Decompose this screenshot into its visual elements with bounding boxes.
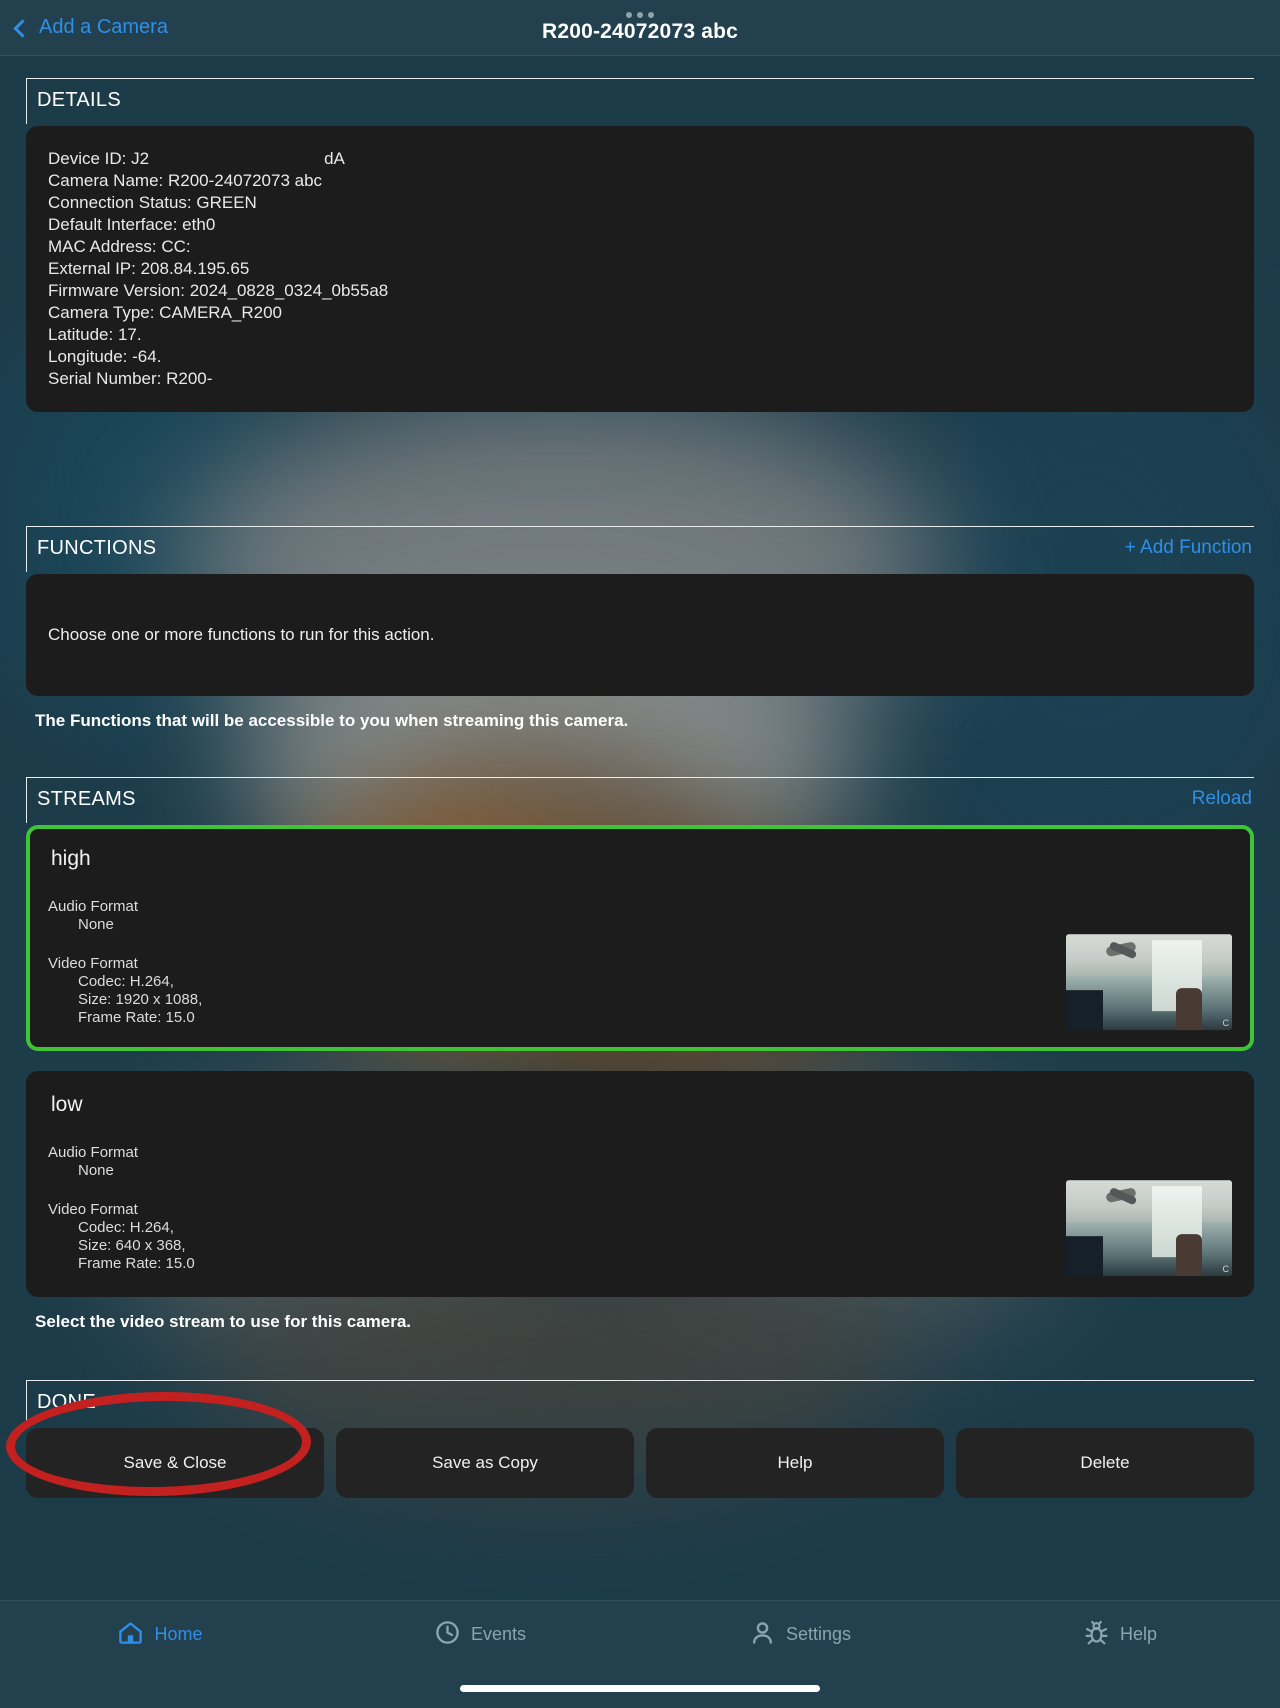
delete-button[interactable]: Delete [956, 1428, 1254, 1498]
more-dots-icon [626, 12, 654, 18]
stream-thumbnail[interactable]: C [1066, 934, 1232, 1031]
streams-section-header: STREAMS Reload [26, 777, 1254, 823]
detail-device-id: Device ID: J2 [48, 149, 150, 168]
tab-events-label: Events [470, 1624, 527, 1644]
detail-serial-number: Serial Number: R200- [48, 369, 213, 388]
page-content: DETAILS Device ID: J2 dA Camera Name: R2… [0, 78, 1280, 1498]
functions-placeholder-text: Choose one or more functions to run for … [48, 625, 435, 644]
bottom-tab-bar: Home Events Settings Help [0, 1600, 1280, 1708]
done-buttons-row: Save & Close Save as Copy Help Delete [26, 1428, 1254, 1498]
home-indicator [460, 1685, 820, 1692]
detail-connection-status: Connection Status: GREEN [48, 193, 257, 212]
details-row: Longitude: -64. [48, 346, 1232, 368]
person-icon [752, 1622, 772, 1644]
add-function-button[interactable]: + Add Function [1125, 537, 1254, 559]
stream-thumbnail[interactable]: C [1066, 1180, 1232, 1277]
detail-camera-name: Camera Name: R200-24072073 abc [48, 171, 323, 190]
nav-title-group: R200-24072073 abc [0, 0, 1280, 56]
reload-streams-button[interactable]: Reload [1192, 788, 1254, 810]
video-format-label: Video Format [48, 1201, 138, 1218]
camera-detail-screen: Add a Camera R200-24072073 abc DETAILS D… [0, 0, 1280, 1708]
help-button[interactable]: Help [646, 1428, 944, 1498]
details-row: External IP: 208.84.195.65 [48, 258, 1232, 280]
streams-section-title: STREAMS [37, 788, 136, 810]
tab-help-label: Help [1119, 1624, 1158, 1644]
details-row: Camera Name: R200-24072073 abc [48, 170, 1232, 192]
video-format-label: Video Format [48, 955, 138, 972]
stream-name: high [51, 847, 91, 870]
details-row: Latitude: 17. [48, 324, 1232, 346]
stream-thumbnail-caption: C [1222, 1264, 1230, 1275]
save-as-copy-button[interactable]: Save as Copy [336, 1428, 634, 1498]
details-row: Firmware Version: 2024_0828_0324_0b55a8 [48, 280, 1232, 302]
detail-external-ip: External IP: 208.84.195.65 [48, 259, 250, 278]
bug-icon [1085, 1620, 1108, 1645]
stream-thumbnail-caption: C [1222, 1018, 1230, 1029]
done-section-header: DONE [26, 1380, 1254, 1426]
clock-icon [436, 1621, 459, 1644]
home-icon [119, 1622, 143, 1644]
detail-firmware-version: Firmware Version: 2024_0828_0324_0b55a8 [48, 281, 389, 300]
details-panel: Device ID: J2 dA Camera Name: R200-24072… [26, 126, 1254, 412]
details-row: Default Interface: eth0 [48, 214, 1232, 236]
tab-settings-label: Settings [785, 1624, 852, 1644]
detail-longitude: Longitude: -64. [48, 347, 162, 366]
video-size-value: Size: 640 x 368, [78, 1237, 186, 1254]
back-button-label: Add a Camera [39, 16, 168, 38]
page-title: R200-24072073 abc [541, 20, 739, 43]
video-framerate-value: Frame Rate: 15.0 [78, 1255, 195, 1272]
tab-help[interactable]: Help [960, 1601, 1280, 1708]
stream-card-low[interactable]: low Audio Format None Video Format Codec… [26, 1071, 1254, 1297]
audio-format-label: Audio Format [48, 898, 139, 915]
details-row: Camera Type: CAMERA_R200 [48, 302, 1232, 324]
audio-format-label: Audio Format [48, 1144, 139, 1161]
details-section-header: DETAILS [26, 78, 1254, 124]
detail-camera-type: Camera Type: CAMERA_R200 [48, 303, 283, 322]
video-codec-value: Codec: H.264, [78, 1219, 174, 1236]
save-and-close-button[interactable]: Save & Close [26, 1428, 324, 1498]
functions-section-header: FUNCTIONS + Add Function [26, 526, 1254, 572]
video-framerate-value: Frame Rate: 15.0 [78, 1009, 195, 1026]
back-button[interactable]: Add a Camera [0, 16, 168, 39]
streams-helper-note: Select the video stream to use for this … [35, 1312, 412, 1331]
audio-format-value: None [78, 916, 114, 933]
details-row: Device ID: J2 dA [48, 148, 1232, 170]
details-section-title: DETAILS [37, 89, 121, 111]
video-size-value: Size: 1920 x 1088, [78, 991, 203, 1008]
top-navigation-bar: Add a Camera R200-24072073 abc [0, 0, 1280, 56]
stream-name: low [51, 1093, 83, 1116]
details-row: Serial Number: R200- [48, 368, 1232, 390]
details-row: MAC Address: CC: [48, 236, 1232, 258]
video-codec-value: Codec: H.264, [78, 973, 174, 990]
done-section-title: DONE [37, 1391, 96, 1413]
functions-panel[interactable]: Choose one or more functions to run for … [26, 574, 1254, 696]
stream-card-high[interactable]: high Audio Format None Video Format Code… [26, 825, 1254, 1051]
detail-mac-address: MAC Address: CC: [48, 237, 191, 256]
detail-default-interface: Default Interface: eth0 [48, 215, 216, 234]
tab-home-label: Home [154, 1624, 203, 1644]
audio-format-value: None [78, 1162, 114, 1179]
details-row: Connection Status: GREEN [48, 192, 1232, 214]
functions-helper-note: The Functions that will be accessible to… [35, 711, 629, 730]
chevron-left-icon [13, 18, 32, 38]
tab-home[interactable]: Home [0, 1601, 320, 1708]
detail-device-id-extra: dA [324, 149, 345, 168]
functions-section-title: FUNCTIONS [37, 537, 157, 559]
detail-latitude: Latitude: 17. [48, 325, 142, 344]
